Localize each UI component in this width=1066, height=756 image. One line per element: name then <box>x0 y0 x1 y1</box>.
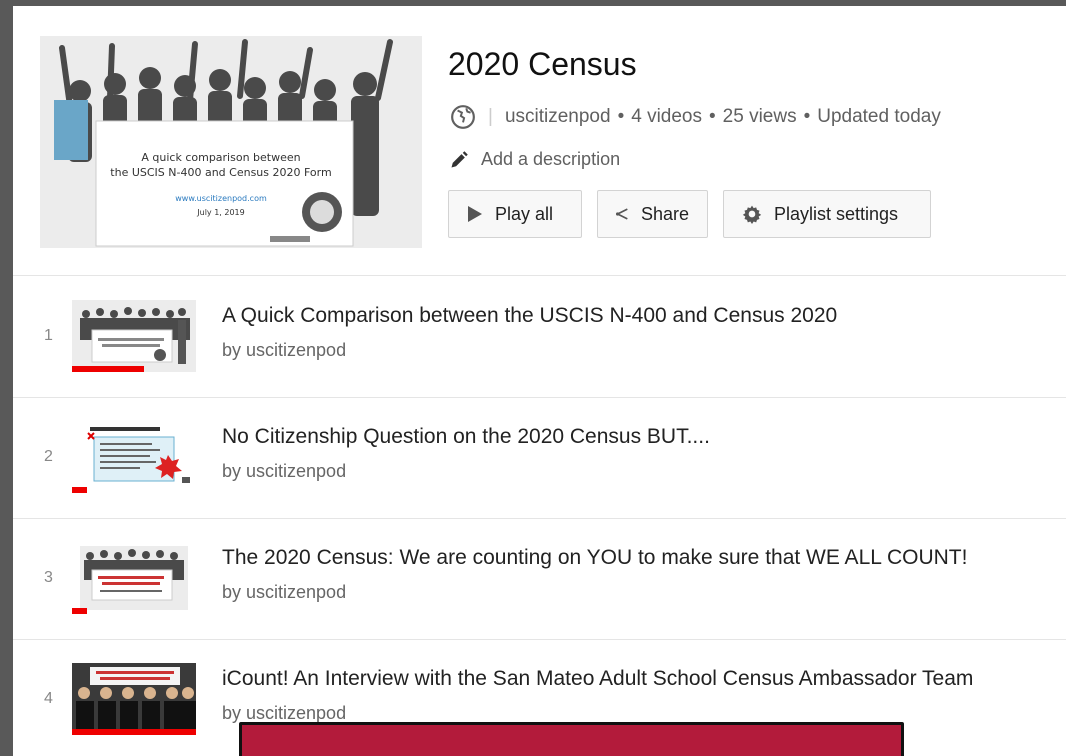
gear-icon <box>742 205 762 224</box>
video-index: 4 <box>44 690 53 707</box>
video-byline[interactable]: by uscitizenpod <box>222 340 346 361</box>
playlist-page: A quick comparison between the USCIS N-4… <box>13 6 1066 756</box>
video-index: 2 <box>44 448 53 465</box>
list-item[interactable]: 2 No Citizenship Question on the 2020 Ce… <box>13 398 1066 519</box>
playlist-header: A quick comparison between the USCIS N-4… <box>13 6 1066 276</box>
list-item[interactable]: 1 A Quick Comparison between the USCIS N… <box>13 277 1066 398</box>
video-thumbnail[interactable] <box>72 300 196 372</box>
meta-separator: | <box>488 106 493 127</box>
play-all-button[interactable]: Play all <box>448 190 582 238</box>
add-description-link[interactable]: Add a description <box>449 149 620 170</box>
pencil-icon <box>451 150 468 167</box>
video-title[interactable]: The 2020 Census: We are counting on YOU … <box>222 546 967 570</box>
video-thumbnail[interactable] <box>72 421 196 493</box>
add-description-label: Add a description <box>481 149 621 169</box>
channel-link[interactable]: uscitizenpod <box>505 106 611 128</box>
hero-caption-date: July 1, 2019 <box>197 208 245 217</box>
hero-caption-url: www.uscitizenpod.com <box>175 194 267 203</box>
share-icon <box>616 208 628 220</box>
play-icon <box>468 206 482 222</box>
hero-caption-line1: A quick comparison between <box>141 151 301 164</box>
watch-progress-bar <box>72 487 87 493</box>
play-all-label: Play all <box>495 203 554 224</box>
globe-icon[interactable] <box>450 104 476 130</box>
video-title[interactable]: iCount! An Interview with the San Mateo … <box>222 667 973 691</box>
watch-progress-bar <box>72 366 144 372</box>
meta-dot: • <box>803 106 811 127</box>
video-byline[interactable]: by uscitizenpod <box>222 461 346 482</box>
video-thumbnail[interactable] <box>72 663 196 735</box>
overlay-banner <box>239 722 904 756</box>
video-index: 3 <box>44 569 53 586</box>
updated-label: Updated today <box>817 106 941 127</box>
video-title[interactable]: A Quick Comparison between the USCIS N-4… <box>222 304 837 328</box>
video-title[interactable]: No Citizenship Question on the 2020 Cens… <box>222 425 710 449</box>
share-button[interactable]: Share <box>597 190 708 238</box>
hero-caption-line2: the USCIS N-400 and Census 2020 Form <box>110 166 332 179</box>
playlist-title: 2020 Census <box>448 46 637 82</box>
video-byline[interactable]: by uscitizenpod <box>222 703 346 724</box>
video-index: 1 <box>44 327 53 344</box>
view-count: 25 views <box>722 106 797 127</box>
list-item[interactable]: 3 The 2020 Census: We are counting on YO… <box>13 519 1066 640</box>
share-label: Share <box>640 203 689 224</box>
meta-dot: • <box>709 106 716 127</box>
video-thumbnail[interactable] <box>72 542 196 614</box>
playlist-settings-button[interactable]: Playlist settings <box>723 190 931 238</box>
video-byline[interactable]: by uscitizenpod <box>222 582 346 603</box>
playlist-settings-label: Playlist settings <box>774 203 899 224</box>
video-count: 4 videos <box>631 106 702 127</box>
watch-progress-bar <box>72 608 87 614</box>
meta-dot: • <box>617 106 625 127</box>
playlist-meta: | uscitizenpod • 4 videos • 25 views • U… <box>450 103 941 131</box>
playlist-thumbnail[interactable]: A quick comparison between the USCIS N-4… <box>40 36 422 248</box>
watch-progress-bar <box>72 729 196 735</box>
